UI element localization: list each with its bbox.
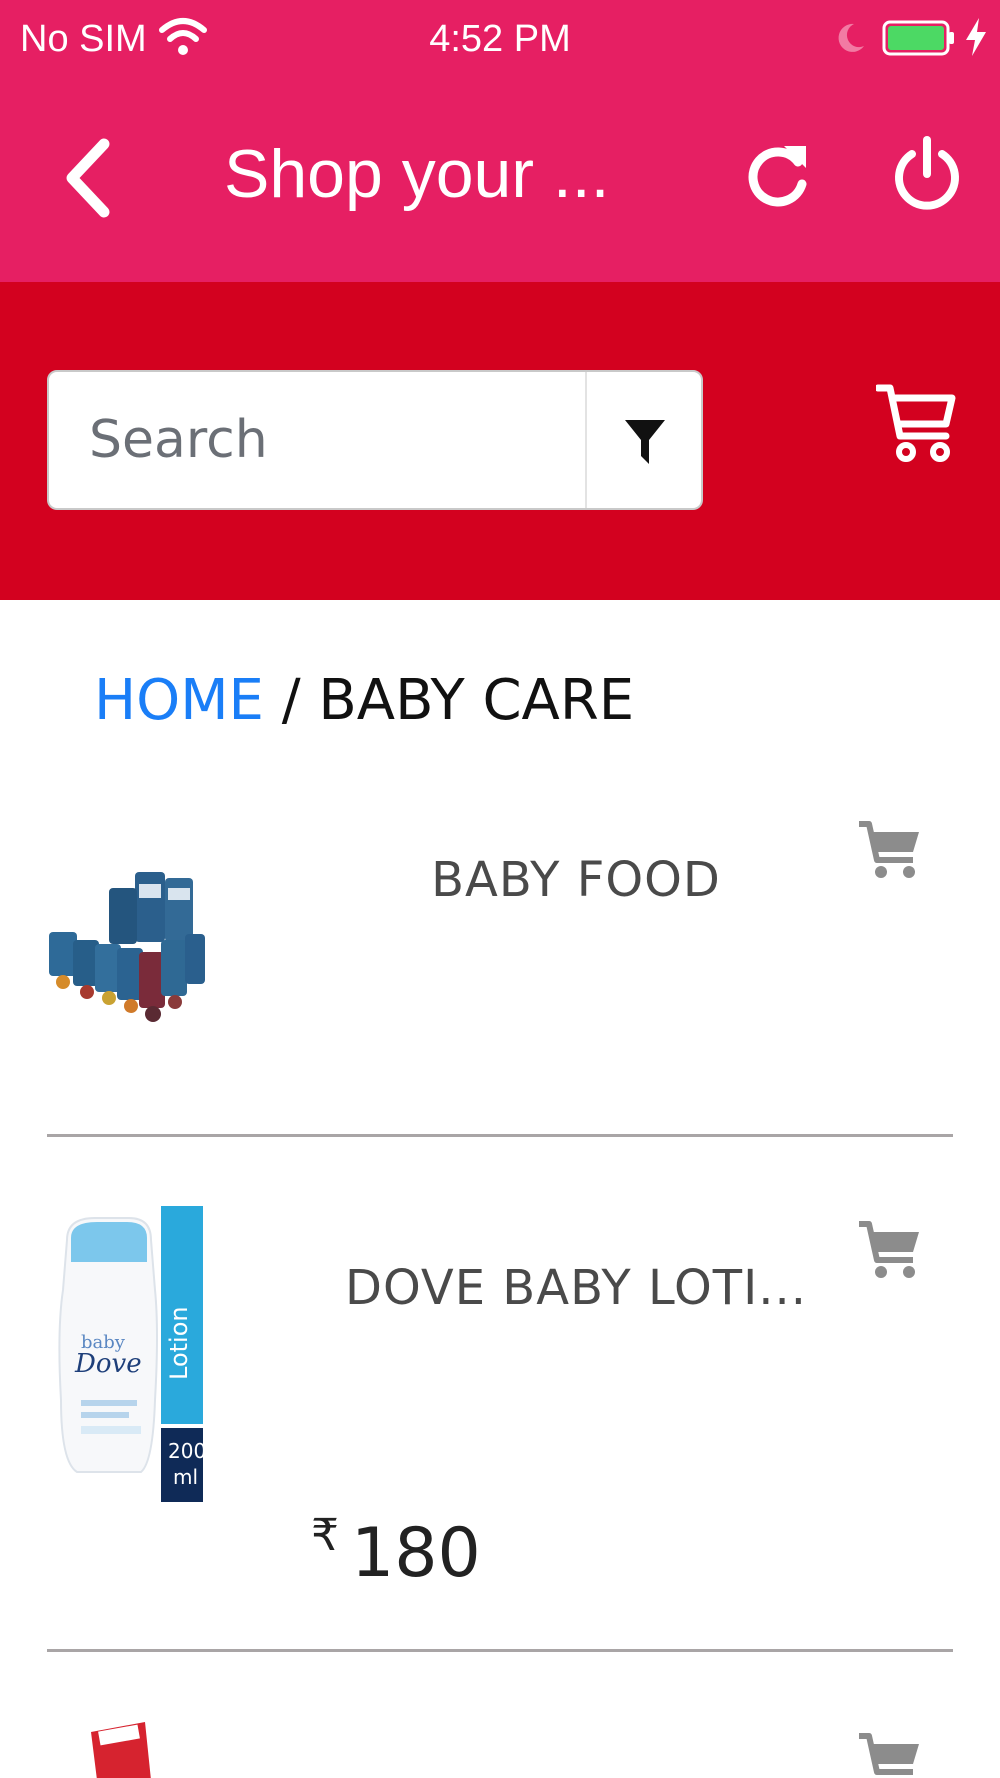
svg-text:ml: ml <box>173 1465 198 1489</box>
battery-icon <box>882 20 954 56</box>
product-item[interactable]: BABY FOOD <box>47 810 953 1130</box>
back-arrow-icon[interactable] <box>60 138 116 218</box>
status-bar: No SIM 4:52 PM <box>0 0 1000 80</box>
list-divider <box>47 1649 953 1652</box>
breadcrumb-home-link[interactable]: HOME <box>94 668 264 733</box>
app-top-bar: No SIM 4:52 PM Shop your ... <box>0 0 1000 282</box>
app-header: Shop your ... <box>0 80 1000 282</box>
product-price: ₹180 <box>311 1510 481 1593</box>
page-title: Shop your ... <box>224 136 610 212</box>
baby-food-thumbnail <box>49 872 205 1022</box>
product-name: BABY FOOD <box>431 852 721 908</box>
add-to-cart-icon[interactable] <box>857 1220 921 1280</box>
refresh-icon[interactable] <box>744 140 812 210</box>
charging-bolt-icon <box>966 18 986 56</box>
search-box <box>47 370 703 510</box>
colgate-thumbnail <box>91 1722 151 1778</box>
do-not-disturb-icon <box>838 23 864 52</box>
product-item[interactable] <box>47 1712 953 1778</box>
filter-icon <box>625 420 665 464</box>
breadcrumb: HOME / BABY CARE <box>94 668 634 733</box>
product-item[interactable]: Lotion 200 ml baby Dove DOVE BABY LOTI..… <box>47 1200 953 1650</box>
price-amount: 180 <box>351 1514 481 1593</box>
product-name: DOVE BABY LOTI... <box>344 1260 808 1316</box>
svg-text:200: 200 <box>168 1439 205 1463</box>
add-to-cart-icon[interactable] <box>857 820 921 880</box>
power-icon[interactable] <box>892 136 962 214</box>
currency-symbol: ₹ <box>311 1510 339 1561</box>
search-input[interactable] <box>49 372 585 508</box>
svg-text:Dove: Dove <box>74 1349 142 1379</box>
dove-baby-lotion-thumbnail: Lotion 200 ml baby Dove <box>58 1206 205 1502</box>
cart-icon[interactable] <box>876 380 956 464</box>
list-divider <box>47 1134 953 1137</box>
add-to-cart-icon[interactable] <box>857 1732 921 1778</box>
svg-text:Lotion: Lotion <box>165 1306 193 1380</box>
filter-button[interactable] <box>587 372 701 508</box>
breadcrumb-current: BABY CARE <box>318 668 635 733</box>
breadcrumb-separator: / <box>263 668 319 733</box>
search-bar-section <box>0 282 1000 600</box>
